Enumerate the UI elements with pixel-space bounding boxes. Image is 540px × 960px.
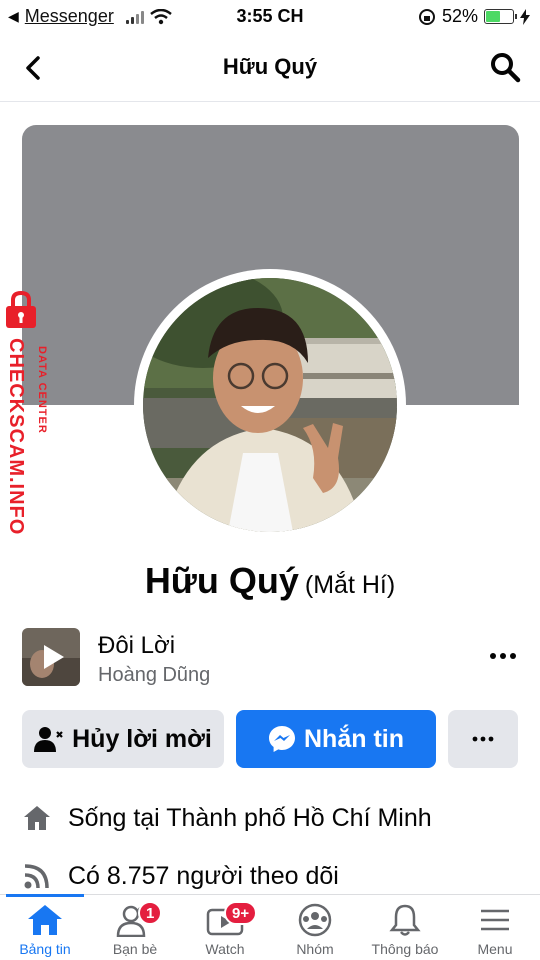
message-button[interactable]: Nhắn tin [236,710,436,768]
menu-icon [481,909,509,931]
tab-label: Thông báo [371,941,439,957]
lock-icon [6,290,36,328]
rss-feed-icon [24,864,49,889]
search-icon[interactable] [488,50,522,84]
page-title: Hữu Quý [222,54,318,79]
info-row-lives-in: Sống tại Thành phố Hồ Chí Minh [22,798,518,838]
tab-friends[interactable]: Bạn bè 1 [90,895,180,960]
tab-watch[interactable]: Watch 9+ [180,895,270,960]
house-icon [24,806,50,830]
cancel-friend-request-icon [34,727,63,752]
messenger-icon [269,726,295,752]
song-title: Đôi Lời [98,632,176,659]
more-actions-button[interactable] [448,710,518,768]
top-app-bar: Hữu Quý [0,34,540,102]
battery-icon [484,9,517,24]
tab-label: Watch [205,941,245,957]
lives-in-text: Sống tại Thành phố Hồ Chí Minh [68,803,432,832]
watermark-brand: CHECKSCAM.INFO [5,338,27,536]
watermark-subtitle: DATA CENTER [36,346,48,434]
more-options-icon [472,736,494,742]
tab-label: Bảng tin [19,941,71,957]
profile-alternate-name: (Mắt Hí) [304,571,396,599]
tab-menu[interactable]: Menu [450,895,540,960]
followers-text: Có 8.757 người theo dõi [68,861,339,890]
home-icon [28,905,62,935]
cancel-request-label: Hủy lời mời [72,724,212,753]
tab-label: Bạn bè [112,941,158,957]
tab-groups[interactable]: Nhóm [270,895,360,960]
tab-news-feed[interactable]: Bảng tin [0,894,90,960]
more-options-icon[interactable] [488,646,518,666]
song-artist: Hoàng Dũng [98,664,211,686]
notification-badge: 1 [138,901,163,925]
bell-icon [389,904,421,936]
bottom-navigation: Bảng tin Bạn bè 1 Watch 9+ Nhóm Thông bá… [0,894,540,960]
watermark: CHECKSCAM.INFO DATA CENTER [2,290,62,560]
profile-music[interactable]: Đôi Lời Hoàng Dũng [22,628,518,688]
tab-notifications[interactable]: Thông báo [360,895,450,960]
tab-label: Menu [477,941,513,957]
groups-icon [298,903,332,937]
orientation-lock-icon [418,8,435,25]
profile-name: Hữu Quý [144,560,299,601]
profile-avatar[interactable] [143,278,397,532]
info-row-followers: Có 8.757 người theo dõi [22,856,518,896]
song-thumbnail[interactable] [22,628,80,686]
cancel-friend-request-button[interactable]: Hủy lời mời [22,710,224,768]
message-label: Nhắn tin [304,724,404,753]
profile-name-line: Hữu Quý (Mắt Hí) [0,560,540,602]
tab-label: Nhóm [296,941,334,957]
charging-icon [520,8,530,25]
notification-badge: 9+ [224,901,258,925]
status-bar: ◀ Messenger 3:55 CH 52% [0,0,540,34]
battery-percent: 52% [441,6,478,26]
